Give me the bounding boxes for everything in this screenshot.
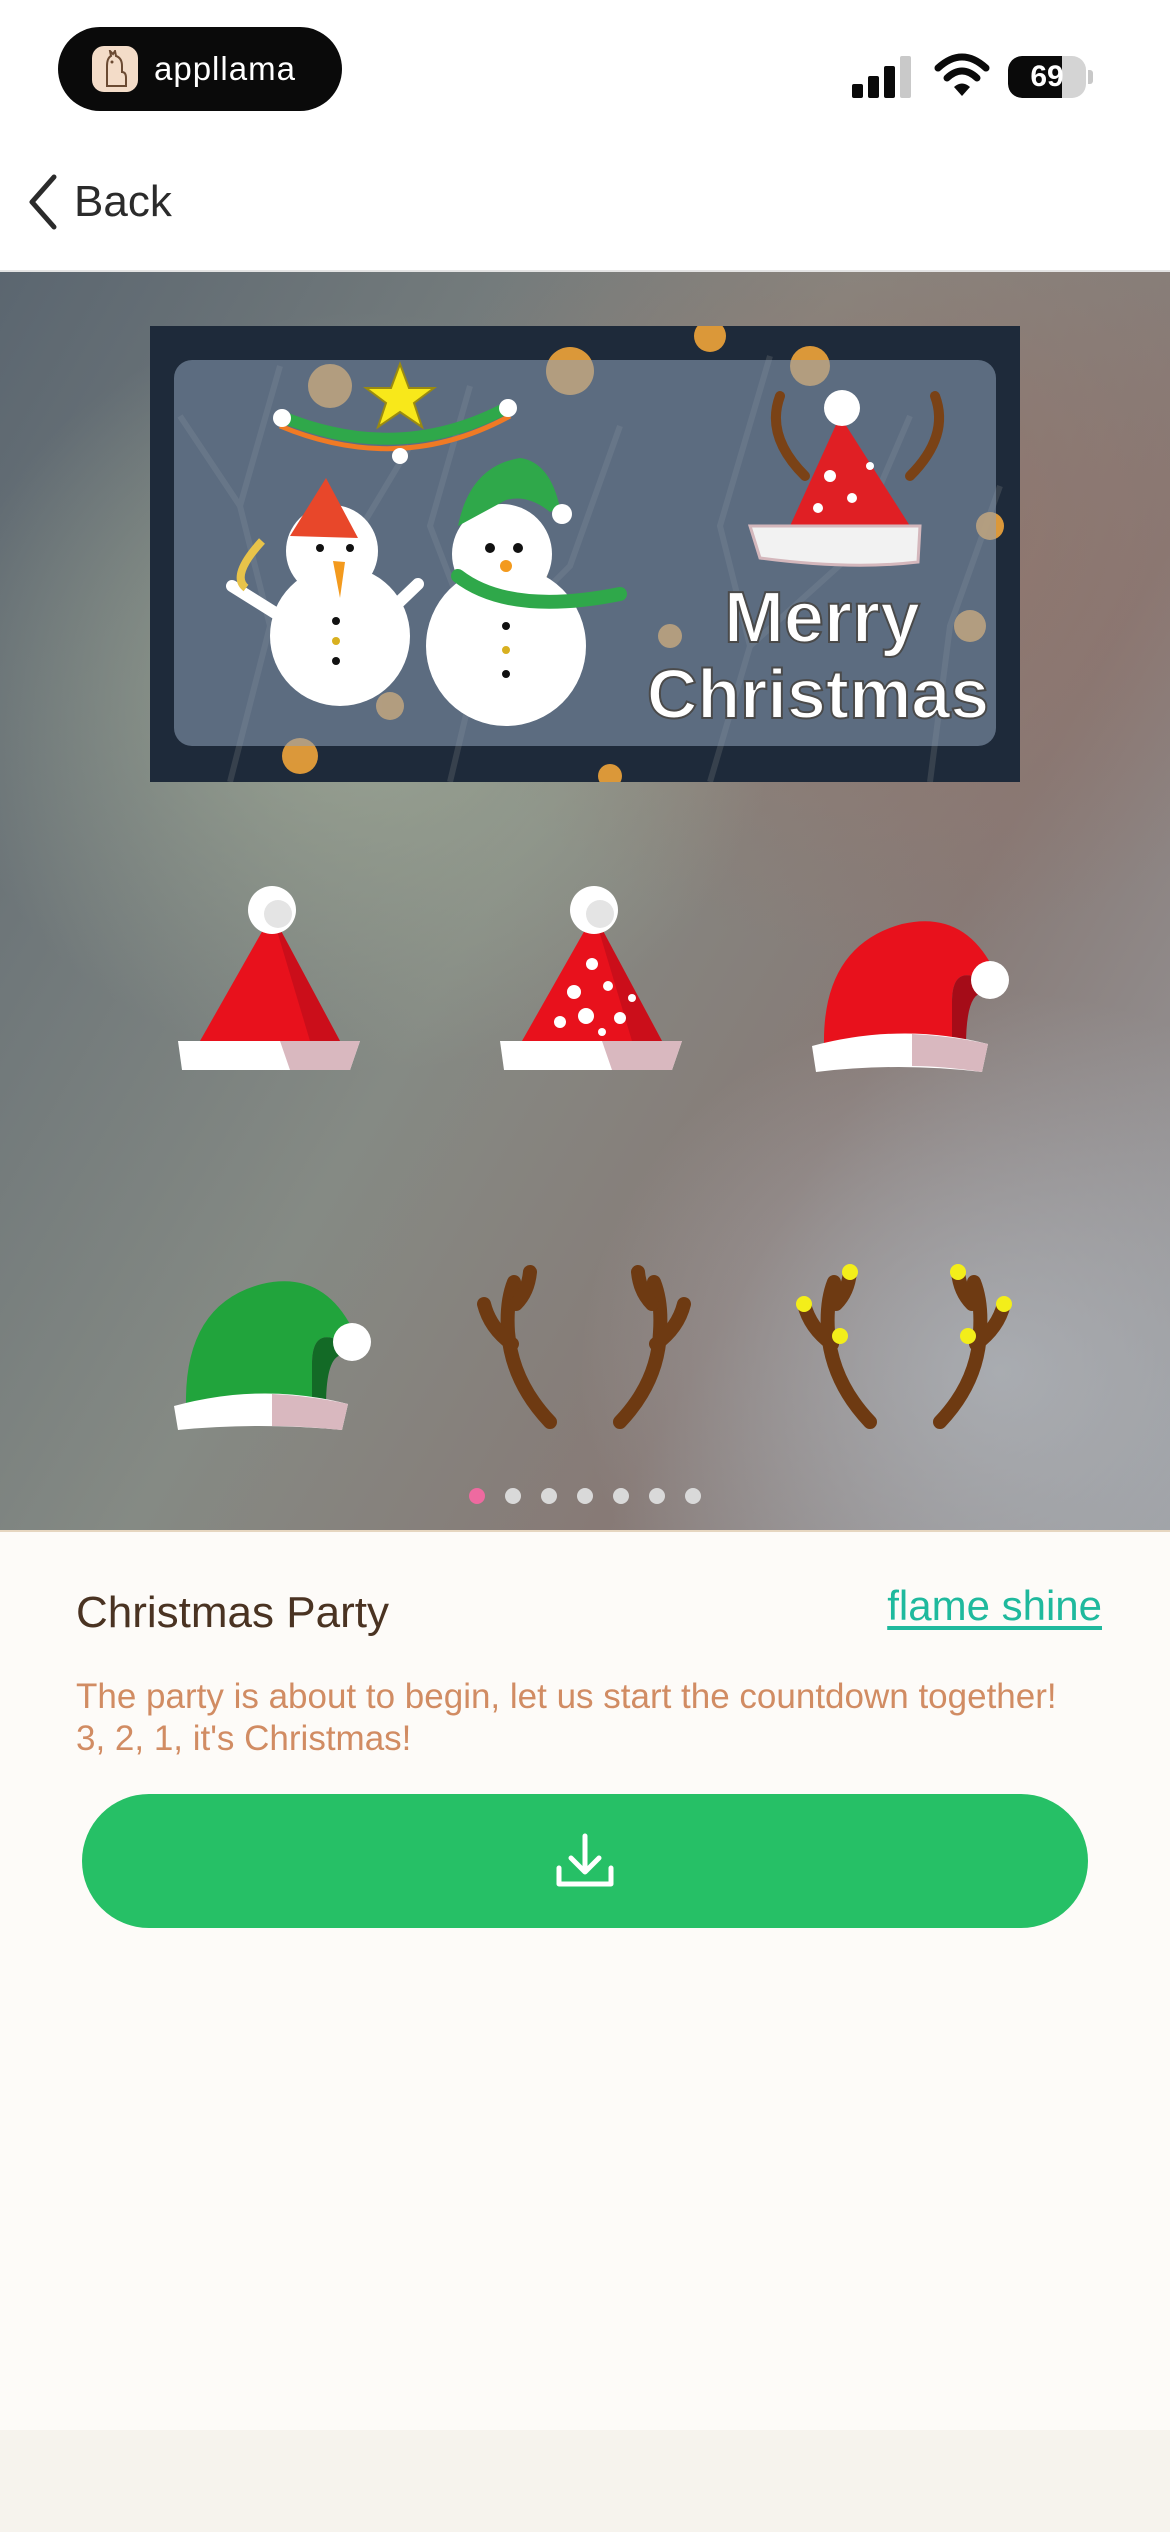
page-indicator[interactable] — [0, 1488, 1170, 1508]
llama-logo-icon — [92, 46, 138, 92]
merry-christmas-banner[interactable]: Merry Christmas — [150, 326, 1020, 782]
back-button[interactable]: Back — [26, 162, 172, 242]
chevron-left-icon — [29, 174, 57, 230]
battery-level: 69 — [1030, 60, 1064, 93]
navigation-bar: Back — [0, 140, 1170, 272]
status-bar: appllama 69 — [0, 0, 1170, 140]
polka-dot-santa-hat-icon[interactable] — [482, 876, 702, 1076]
wifi-icon — [934, 53, 990, 96]
santa-hat-icon[interactable] — [160, 876, 380, 1076]
elf-hat-icon[interactable] — [162, 1232, 382, 1432]
app-name: appllama — [154, 50, 296, 87]
banner-text-christmas: Christmas — [647, 655, 989, 733]
pack-description: The party is about to begin, let us star… — [76, 1677, 1057, 1758]
slouch-santa-hat-icon[interactable] — [802, 876, 1022, 1076]
lit-antlers-icon[interactable] — [792, 1232, 1012, 1432]
antlers-icon[interactable] — [472, 1232, 692, 1432]
banner-text-merry: Merry — [724, 578, 920, 658]
pack-title: Christmas Party — [76, 1588, 389, 1637]
cellular-signal-icon — [852, 56, 911, 98]
battery-icon: 69 — [1008, 56, 1093, 98]
page-dot[interactable] — [613, 1488, 629, 1504]
page-dot[interactable] — [577, 1488, 593, 1504]
page-dot[interactable] — [685, 1488, 701, 1504]
bottom-safe-area — [0, 2430, 1170, 2532]
sticker-preview-carousel[interactable]: Merry Christmas — [0, 272, 1170, 1530]
page-dot[interactable] — [469, 1488, 485, 1504]
download-icon — [556, 1833, 614, 1887]
page-dot[interactable] — [649, 1488, 665, 1504]
page-dot[interactable] — [541, 1488, 557, 1504]
author-link[interactable]: flame shine — [887, 1582, 1102, 1630]
download-button[interactable] — [82, 1794, 1088, 1928]
page-dot[interactable] — [505, 1488, 521, 1504]
back-label: Back — [74, 177, 172, 226]
sticker-pack-info: Christmas Party flame shine The party is… — [0, 1530, 1170, 2430]
app-indicator-pill[interactable]: appllama — [58, 27, 342, 111]
